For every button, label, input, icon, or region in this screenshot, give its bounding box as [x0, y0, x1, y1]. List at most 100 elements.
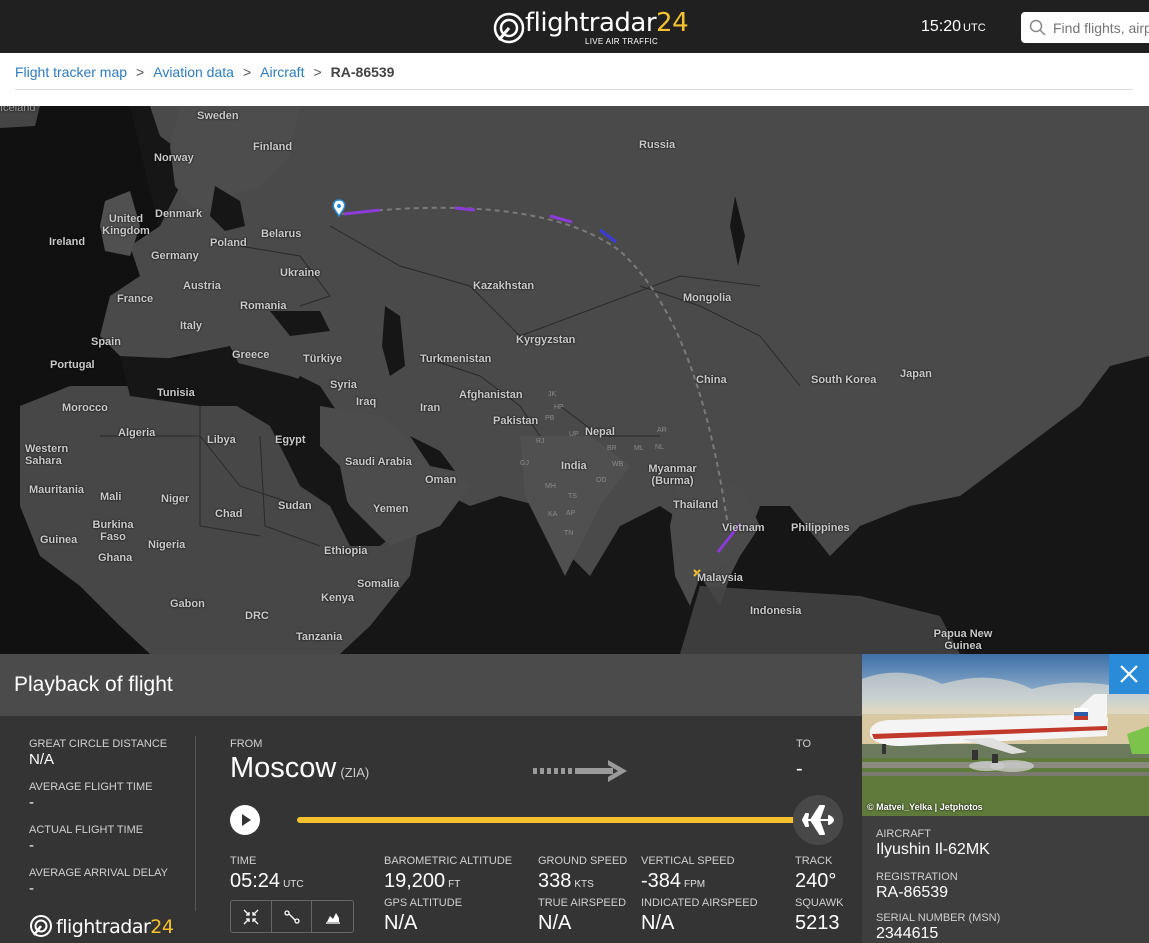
- true-airspeed-value: N/A: [538, 912, 572, 934]
- map-label: Turkmenistan: [420, 353, 492, 365]
- radar-logo-icon[interactable]: [493, 8, 525, 48]
- map-label: Kazakhstan: [473, 280, 535, 292]
- map-label: Papua New Guinea: [933, 628, 993, 652]
- registration-value: RA-86539: [876, 884, 949, 901]
- map-label: Chad: [215, 508, 243, 520]
- route-icon: [283, 909, 300, 924]
- search-box[interactable]: [1021, 12, 1149, 43]
- map-state-label: RJ: [536, 438, 545, 445]
- aircraft-photo-image: [862, 654, 1149, 816]
- avg-arrival-delay-value: -: [29, 880, 34, 897]
- map-label: Syria: [330, 379, 357, 391]
- search-icon: [1029, 19, 1046, 36]
- map-label: Ukraine: [280, 267, 321, 279]
- map-state-label: JK: [548, 391, 557, 398]
- great-circle-label: GREAT CIRCLE DISTANCE: [29, 738, 168, 750]
- true-airspeed-label: TRUE AIRSPEED: [538, 897, 627, 909]
- top-bar: flightradar24 LIVE AIR TRAFFIC 15:20 UTC: [0, 0, 1149, 53]
- map-state-label: BR: [607, 445, 617, 452]
- ground-speed-value: 338 KTS: [538, 870, 594, 892]
- map-label: Somalia: [357, 578, 400, 590]
- map-label: Tanzania: [296, 631, 343, 643]
- map-label: Tunisia: [157, 387, 195, 399]
- map-label: Türkiye: [303, 353, 343, 365]
- flight-path-segment: [454, 206, 476, 212]
- map-label: Iraq: [356, 396, 377, 408]
- map-label: Algeria: [118, 427, 156, 439]
- map-label: Italy: [180, 320, 203, 332]
- map-label: Greece: [232, 349, 270, 361]
- play-button[interactable]: [230, 805, 260, 835]
- play-icon: [242, 814, 251, 826]
- map-state-label: TN: [564, 530, 574, 537]
- utc-clock: 15:20 UTC: [921, 18, 986, 35]
- map-state-label: MH: [545, 483, 556, 490]
- map-label: Oman: [425, 474, 457, 486]
- breadcrumb-current: RA-86539: [330, 64, 395, 80]
- photo-credit[interactable]: © Matvei_Yelka | Jetphotos: [867, 802, 983, 812]
- map-label: Mali: [100, 491, 122, 503]
- breadcrumb-flight-tracker-map[interactable]: Flight tracker map: [15, 64, 127, 80]
- map-state-label: WB: [612, 461, 624, 468]
- squawk-value: 5213: [795, 912, 840, 934]
- close-icon: [1120, 665, 1138, 683]
- to-value: -: [796, 758, 803, 780]
- indicated-airspeed-label: INDICATED AIRSPEED: [641, 897, 758, 909]
- brand-logo[interactable]: flightradar24: [525, 8, 689, 38]
- map-state-label: AP: [566, 510, 576, 517]
- map-label: Thailand: [673, 499, 719, 511]
- flight-map[interactable]: Iceland Sweden Finland Norway Russia Uni…: [0, 106, 1149, 654]
- map-label: Nigeria: [148, 539, 186, 551]
- breadcrumb: Flight tracker map > Aviation data > Aircraf…: [15, 64, 394, 80]
- map-state-label: KA: [548, 511, 558, 518]
- footer-logo-num: 24: [150, 916, 174, 938]
- map-label: Belarus: [261, 228, 302, 240]
- aircraft-panel: © Matvei_Yelka | Jetphotos AIRCRAFT Ilyu…: [862, 654, 1149, 943]
- from-label: FROM: [230, 738, 263, 750]
- actual-flight-time-label: ACTUAL FLIGHT TIME: [29, 824, 144, 836]
- map-label: Poland: [210, 237, 247, 249]
- track-label: TRACK: [795, 855, 833, 867]
- map-label: Burkina Faso: [92, 519, 134, 543]
- map-label: Saudi Arabia: [345, 456, 412, 468]
- avg-flight-time-label: AVERAGE FLIGHT TIME: [29, 781, 153, 793]
- map-label: India: [561, 460, 587, 472]
- breadcrumb-separator: >: [313, 64, 322, 80]
- radar-logo-icon: [30, 915, 52, 937]
- aircraft-photo[interactable]: © Matvei_Yelka | Jetphotos: [862, 654, 1149, 816]
- panel-title: Playback of flight: [14, 673, 173, 696]
- footer-logo-text: flightradar: [56, 916, 151, 938]
- aircraft-value: Ilyushin Il-62MK: [876, 841, 990, 858]
- graph-view-button[interactable]: [312, 901, 353, 932]
- map-label: Norway: [154, 152, 194, 164]
- map-label: Gabon: [170, 598, 205, 610]
- map-label: Germany: [151, 250, 199, 262]
- map-label: Vietnam: [722, 522, 765, 534]
- view-toggle-group: [230, 900, 354, 933]
- breadcrumb-aircraft[interactable]: Aircraft: [260, 64, 304, 80]
- map-label: Kyrgyzstan: [516, 334, 576, 346]
- aircraft-label: AIRCRAFT: [876, 828, 931, 840]
- avg-arrival-delay-label: AVERAGE ARRIVAL DELAY: [29, 867, 168, 879]
- map-label: Libya: [207, 434, 236, 446]
- direction-arrow-icon: [533, 760, 627, 782]
- time-value: 05:24 UTC: [230, 870, 304, 892]
- map-label: Austria: [183, 280, 221, 292]
- breadcrumb-separator: >: [136, 64, 145, 80]
- map-label: Kenya: [321, 592, 355, 604]
- fit-view-button[interactable]: [231, 901, 272, 932]
- track-value: 240°: [795, 870, 837, 892]
- map-label: Romania: [240, 300, 287, 312]
- map-state-label: HP: [554, 404, 564, 411]
- close-button[interactable]: [1109, 654, 1149, 694]
- playback-progress-bar[interactable]: [297, 817, 822, 823]
- collapse-icon: [243, 909, 259, 924]
- to-label: TO: [796, 738, 812, 750]
- playback-scrubber[interactable]: [793, 795, 843, 845]
- breadcrumb-aviation-data[interactable]: Aviation data: [153, 64, 234, 80]
- divider: [195, 736, 196, 911]
- route-view-button[interactable]: [272, 901, 313, 932]
- avg-flight-time-value: -: [29, 794, 34, 811]
- map-label: Afghanistan: [459, 389, 523, 401]
- search-input[interactable]: [1053, 12, 1149, 43]
